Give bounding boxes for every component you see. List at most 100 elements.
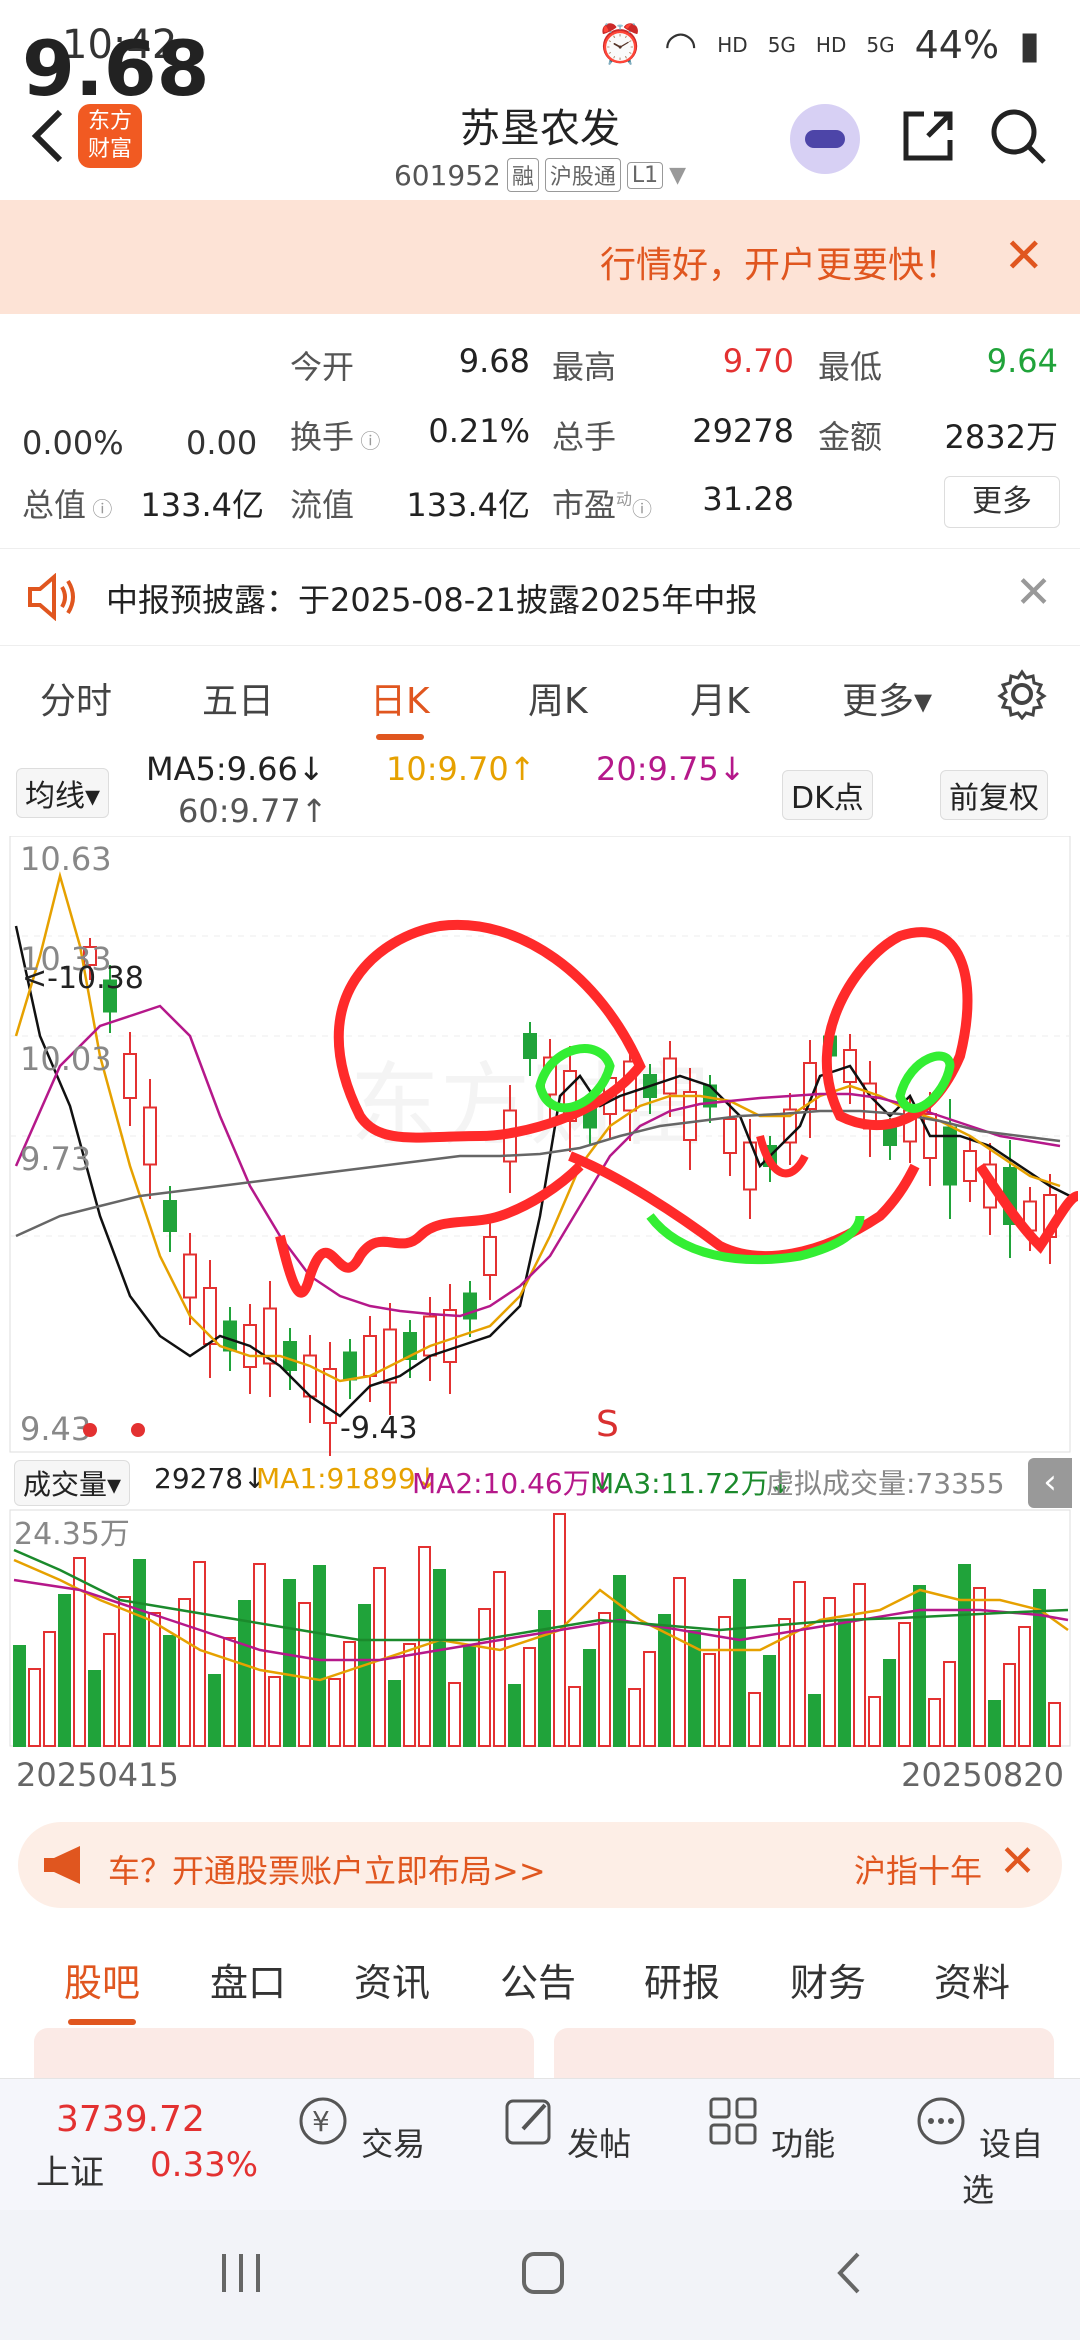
home-icon[interactable] (518, 2248, 568, 2298)
volume-bar (973, 1587, 986, 1747)
gear-icon[interactable] (996, 668, 1048, 720)
candle-body (223, 1320, 237, 1352)
candle-body (683, 1091, 697, 1141)
bottom-nav: 3739.72 上证 0.33% ¥ 交易 发帖 功能 设自选 (0, 2078, 1080, 2211)
promo-banner[interactable]: 行情好，开户更要快！ ✕ (0, 200, 1080, 314)
stock-code: 601952 (393, 158, 501, 192)
alarm-icon: ⏰ (596, 22, 645, 66)
app-logo[interactable]: 东方 财富 (78, 104, 142, 168)
tab-weekly-k[interactable]: 周K (528, 672, 588, 724)
megaphone-icon (44, 1846, 80, 1884)
share-icon (903, 111, 953, 161)
stock-name: 苏垦农发 (460, 106, 620, 152)
close-icon[interactable]: ✕ (999, 1836, 1036, 1887)
volume-bar (928, 1698, 941, 1747)
notice-bar[interactable]: 中报预披露：于2025-08-21披露2025年中报 ✕ (0, 548, 1080, 646)
search-button[interactable] (988, 106, 1048, 166)
candle-body (443, 1309, 457, 1363)
tab-forum[interactable]: 股吧 (64, 1952, 140, 2025)
volume-value: 29278↓ (154, 1462, 267, 1495)
kline-svg[interactable]: 东方财富 10.63 10.33 10.03 9.73 9.43 <-10.38… (0, 835, 1080, 1456)
search-icon (991, 109, 1046, 164)
candle-body (723, 1118, 737, 1154)
tab-research[interactable]: 研报 (644, 1952, 720, 2007)
network-hd-2: HD (815, 32, 847, 57)
volume-bar (808, 1694, 821, 1747)
current-price: 9.68 (22, 24, 210, 113)
tab-news[interactable]: 资讯 (354, 1952, 430, 2007)
yen-cycle-icon: ¥ (299, 2097, 347, 2145)
volume-bar (298, 1602, 311, 1747)
volume-bar (193, 1561, 206, 1747)
back-button[interactable] (18, 106, 78, 166)
volume-bar (1018, 1626, 1031, 1747)
tab-announcements[interactable]: 公告 (500, 1952, 576, 2007)
recent-apps-icon[interactable] (216, 2248, 266, 2298)
back-nav-icon[interactable] (826, 2248, 876, 2298)
volume-bar (103, 1633, 116, 1747)
more-button[interactable]: 更多 (944, 476, 1060, 528)
ma-selector[interactable]: 均线▾ (16, 768, 110, 818)
close-icon[interactable]: ✕ (1004, 228, 1044, 284)
status-icons: ⏰ ◠ HD 5G HD 5G 44% ▮ (597, 22, 1040, 67)
tab-daily-k[interactable]: 日K (370, 672, 430, 740)
candle-body (963, 1150, 977, 1182)
volume-bar (493, 1571, 506, 1747)
card-preview-2[interactable] (554, 2028, 1054, 2078)
period-tabs: 分时 五日 日K 周K 月K 更多▾ (0, 644, 1080, 744)
candle-body (363, 1335, 377, 1377)
dk-point-button[interactable]: DK点 (782, 770, 873, 820)
volume-bar (883, 1659, 896, 1747)
ad-text: 车？开通股票账户立即布局>> (108, 1852, 546, 1890)
volume-bar (208, 1674, 221, 1747)
tab-monthly-k[interactable]: 月K (690, 672, 750, 724)
volume-bar (28, 1668, 41, 1747)
tab-five-day[interactable]: 五日 (202, 672, 274, 724)
signal-dot-1 (83, 1423, 97, 1437)
tab-intraday[interactable]: 分时 (40, 672, 112, 724)
nav-functions[interactable]: 功能 (700, 2093, 840, 2165)
virtual-volume: 虚拟成交量:73355 (766, 1467, 1005, 1500)
volume-bar (643, 1651, 656, 1747)
stock-title-box[interactable]: 苏垦农发 601952 融 沪股通 L1 ▼ (340, 96, 740, 192)
tag-connect: 沪股通 (544, 158, 621, 192)
label-low: 最低 (818, 348, 883, 386)
volume-bar (448, 1682, 461, 1747)
candle-body (123, 1053, 137, 1099)
candle-body (343, 1351, 357, 1381)
battery-icon: ▮ (1019, 22, 1040, 67)
tab-profile[interactable]: 资料 (934, 1952, 1010, 2007)
share-button[interactable] (898, 106, 958, 166)
volume-bar (58, 1594, 71, 1747)
tab-more[interactable]: 更多▾ (842, 672, 932, 724)
assistant-robot-icon[interactable] (790, 104, 860, 174)
ad-bar[interactable]: 车？开通股票账户立即布局>> 沪指十年 ✕ (18, 1822, 1062, 1908)
close-icon[interactable]: ✕ (1015, 567, 1052, 618)
nav-add-watchlist[interactable]: 设自选 (908, 2093, 1048, 2211)
volume-bar (988, 1700, 1001, 1747)
tab-financials[interactable]: 财务 (790, 1952, 866, 2007)
volume-bar (118, 1596, 131, 1747)
network-5g-2: 5G (866, 32, 895, 57)
price-label-3: 10.03 (20, 1040, 112, 1078)
card-preview-1[interactable] (34, 2028, 534, 2078)
kline-chart[interactable]: 东方财富 10.63 10.33 10.03 9.73 9.43 <-10.38… (0, 835, 1080, 1456)
value-volume: 29278 (692, 412, 794, 450)
volume-bar (673, 1577, 686, 1747)
adjust-button[interactable]: 前复权 (940, 770, 1048, 820)
volume-ma2: MA2:10.46万↓ (412, 1467, 615, 1500)
tab-order-book[interactable]: 盘口 (210, 1952, 286, 2007)
label-market-cap: 总值 ⓘ (22, 486, 113, 524)
grid-icon (709, 2097, 757, 2145)
index-name: 上证 (36, 2153, 104, 2193)
date-end: 20250820 (901, 1756, 1064, 1794)
label-volume: 总手 (552, 418, 617, 456)
svg-text:¥: ¥ (312, 2105, 330, 2138)
volume-bar (583, 1649, 596, 1747)
volume-chart[interactable]: 24.35万 (0, 1500, 1080, 1750)
change-percent: 0.00% (22, 424, 124, 462)
nav-trade[interactable]: ¥ 交易 (290, 2093, 430, 2165)
volume-ma3: MA3:11.72万↓ (590, 1467, 793, 1500)
index-value: 3739.72 (56, 2099, 205, 2140)
nav-post[interactable]: 发帖 (496, 2093, 636, 2165)
